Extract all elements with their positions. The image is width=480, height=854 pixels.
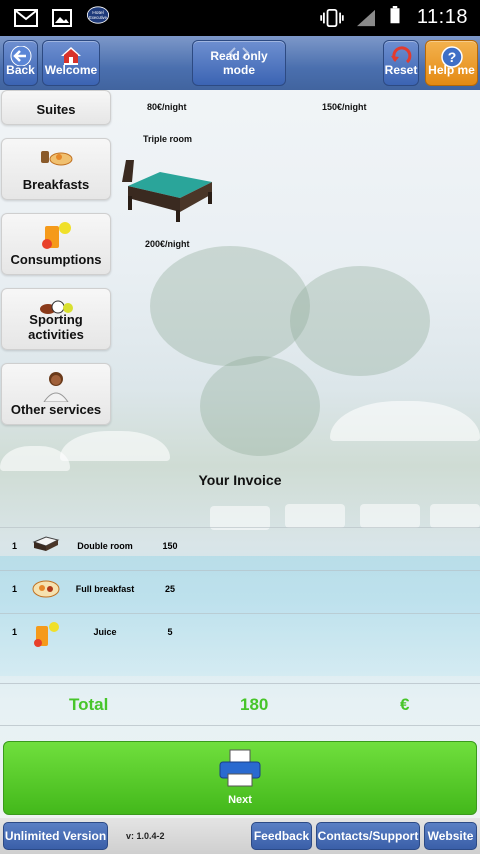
read-only-mode-button[interactable]: Read only mode: [192, 40, 286, 86]
staff-icon: [43, 372, 69, 402]
room-price-1: 80€/night: [147, 102, 187, 112]
juice-icon: [34, 622, 59, 647]
vibrate-icon: [320, 9, 344, 27]
category-sporting-activities[interactable]: Sporting activities: [1, 288, 111, 350]
next-button[interactable]: Next: [3, 741, 477, 815]
bed-icon: [32, 536, 60, 551]
gmail-icon: [14, 9, 38, 27]
category-consumptions[interactable]: Consumptions: [1, 213, 111, 275]
invoice-row: 1 Full breakfast 25: [0, 570, 480, 613]
gallery-icon: [52, 9, 72, 27]
svg-text:Executive: Executive: [89, 15, 107, 20]
total-label: Total: [69, 695, 109, 714]
battery-icon: [390, 6, 400, 24]
status-bar: Hotel Executive 11:18: [0, 0, 480, 36]
breakfast-icon: [41, 151, 73, 166]
total-currency: €: [400, 695, 410, 714]
version-text: v: 1.0.4-2: [126, 831, 165, 841]
footer-bar: Unlimited Version v: 1.0.4-2 Feedback Co…: [0, 818, 480, 854]
reset-button[interactable]: Reset: [383, 40, 419, 86]
hotel-app-icon: Hotel Executive: [86, 6, 110, 24]
clock: 11:18: [416, 6, 468, 28]
signal-icon: [357, 9, 375, 27]
invoice-total-row: Total 180 €: [0, 683, 480, 726]
website-button[interactable]: Website: [424, 822, 477, 850]
welcome-button[interactable]: Welcome: [42, 40, 100, 86]
room-price-2: 150€/night: [322, 102, 367, 112]
printer-icon: [219, 749, 261, 787]
breakfast-icon: [32, 580, 60, 598]
invoice-row: 1 Juice 5: [0, 613, 480, 656]
invoice-title: Your Invoice: [198, 472, 282, 488]
bed-icon: [122, 160, 212, 222]
category-suites[interactable]: Suites: [1, 90, 111, 125]
invoice-row: 1 Double room 150: [0, 527, 480, 570]
back-button[interactable]: Back: [3, 40, 38, 86]
category-other-services[interactable]: Other services: [1, 363, 111, 425]
drinks-icon: [42, 222, 71, 249]
room-name-triple: Triple room: [143, 134, 193, 144]
help-button[interactable]: ? Help me: [425, 40, 478, 86]
unlimited-version-button[interactable]: Unlimited Version: [3, 822, 108, 850]
triple-room-image[interactable]: [120, 152, 216, 224]
top-toolbar: Back Welcome Read only mode Reset ? Help…: [0, 36, 480, 90]
category-breakfasts[interactable]: Breakfasts: [1, 138, 111, 200]
total-value: 180: [240, 695, 269, 714]
feedback-button[interactable]: Feedback: [251, 822, 312, 850]
room-price-3: 200€/night: [145, 239, 190, 249]
contacts-support-button[interactable]: Contacts/Support: [316, 822, 420, 850]
